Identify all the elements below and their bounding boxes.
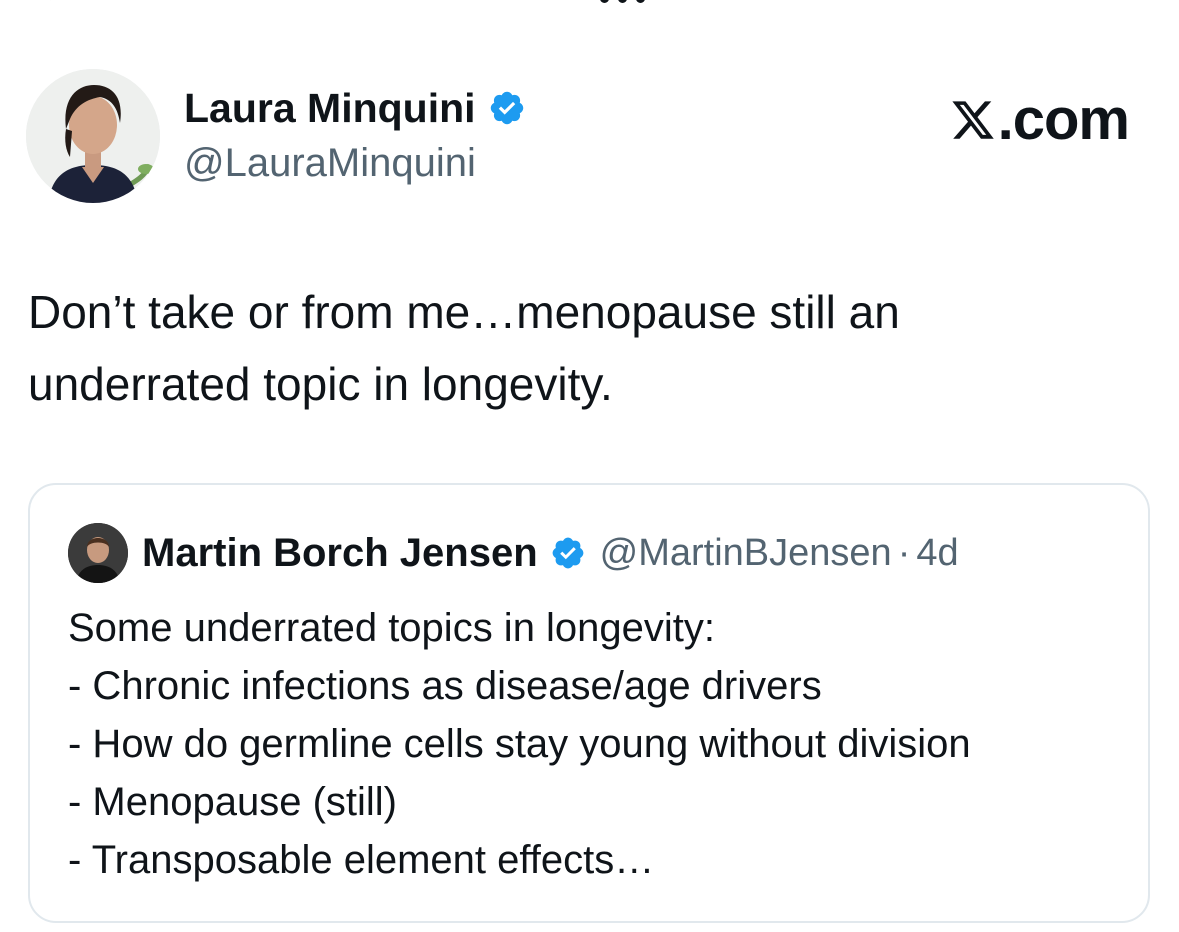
quoted-avatar[interactable]: [68, 523, 128, 583]
x-logo-icon: [952, 101, 994, 139]
verified-badge-icon: [490, 91, 523, 125]
quoted-header: Martin Borch Jensen @MartinBJensen · 4d: [142, 529, 959, 577]
author-display-name[interactable]: Laura Minquini: [184, 84, 526, 132]
quoted-line: - Chronic infections as disease/age driv…: [68, 664, 822, 708]
separator-dot: ·: [897, 532, 911, 574]
quoted-tweet-card[interactable]: Martin Borch Jensen @MartinBJensen · 4d …: [28, 483, 1150, 923]
quoted-line: - How do germline cells stay young witho…: [68, 722, 971, 766]
chevron-down-icon[interactable]: [40, 0, 62, 6]
author-name-text[interactable]: Laura Minquini: [184, 84, 476, 132]
author-handle[interactable]: @LauraMinquini: [184, 140, 476, 186]
avatar[interactable]: [26, 69, 160, 203]
x-com-logo: .com: [950, 87, 1130, 152]
brand-label: .com: [997, 87, 1130, 152]
quoted-display-name[interactable]: Martin Borch Jensen: [142, 529, 538, 577]
quoted-timestamp[interactable]: 4d: [916, 529, 958, 577]
tweet-line: underrated topic in longevity.: [28, 358, 613, 410]
quoted-handle[interactable]: @MartinBJensen: [600, 529, 892, 577]
tweet-line: Don’t take or from me…menopause still an: [28, 286, 900, 338]
more-icon[interactable]: [600, 0, 654, 8]
quoted-text: Some underrated topics in longevity: - C…: [68, 599, 971, 889]
quoted-line: - Transposable element effects…: [68, 838, 655, 882]
quoted-line: - Menopause (still): [68, 780, 398, 824]
profile-photo-icon: [68, 523, 128, 583]
profile-photo-icon: [26, 69, 160, 203]
tweet-text: Don’t take or from me…menopause still an…: [28, 276, 1148, 420]
top-bar: [40, 0, 740, 6]
quoted-line: Some underrated topics in longevity:: [68, 606, 716, 650]
verified-badge-icon: [552, 537, 584, 569]
